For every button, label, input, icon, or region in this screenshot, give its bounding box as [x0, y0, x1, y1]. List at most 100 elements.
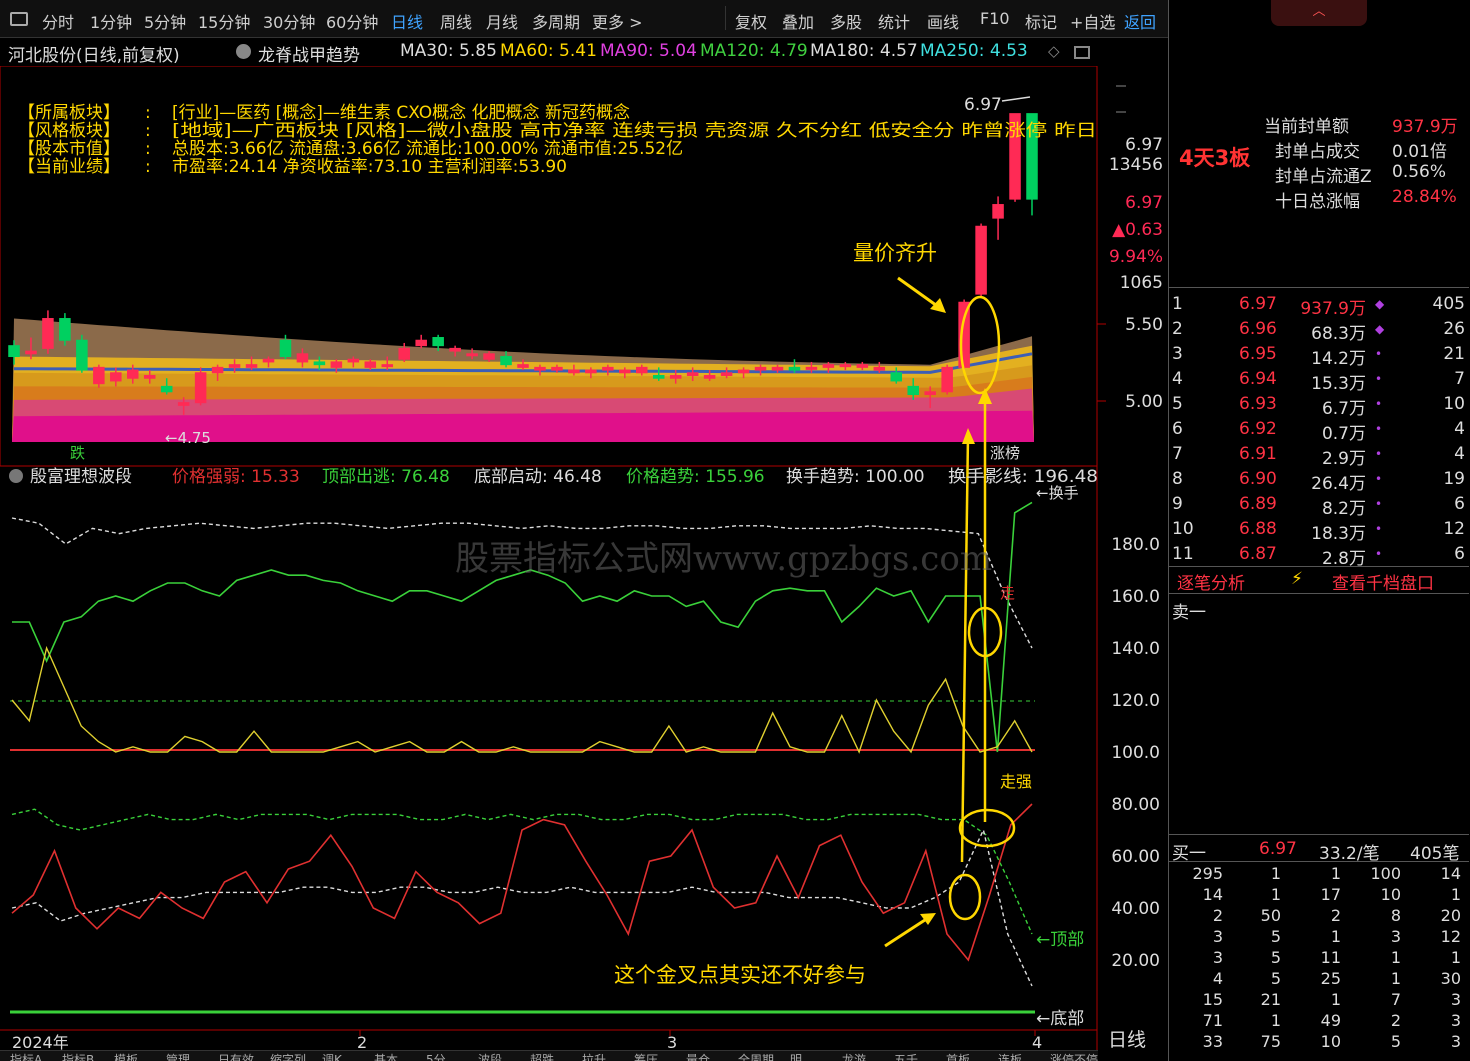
queue-row: 2 50 2 8 20 [1169, 906, 1469, 927]
bid-level-marker-icon: • [1375, 372, 1383, 386]
bottom-tab[interactable]: 波段 [478, 1051, 502, 1061]
sub-y-tick: 80.00 [1111, 795, 1160, 815]
ma30-value: MA30: 5.85 [400, 41, 497, 61]
tool-add-favorite[interactable]: +自选 [1070, 9, 1115, 33]
tool-mark[interactable]: 标记 [1025, 9, 1057, 33]
bottom-tab[interactable]: 指标B [62, 1051, 94, 1061]
bid-level-row[interactable]: 4 6.94 15.3万 • 7 [1169, 367, 1469, 394]
tab-depth[interactable]: 查看千档盘口 [1332, 569, 1434, 594]
queue-cell: 1 [1270, 1011, 1281, 1030]
indicator-name[interactable]: 龙脊战甲趋势 [258, 41, 360, 66]
bottom-tab[interactable]: 基本 [374, 1051, 398, 1061]
bid-level-row[interactable]: 7 6.91 2.9万 • 4 [1169, 442, 1469, 469]
bid-level-row[interactable]: 2 6.96 68.3万 ◆ 26 [1169, 317, 1469, 344]
y-tick-volume: 13456 [1109, 155, 1163, 175]
tab-15min[interactable]: 15分钟 [198, 9, 250, 33]
candle-body [194, 372, 207, 404]
candle-body [364, 361, 377, 368]
bid-level-volume: 8.2万 [1321, 499, 1366, 519]
tab-timeshare[interactable]: 分时 [42, 9, 74, 33]
buy-one-row: 买一 6.97 33.2/笔 405笔 [1169, 837, 1469, 864]
tool-draw[interactable]: 画线 [927, 9, 959, 33]
bottom-tab[interactable]: 管理 [166, 1051, 190, 1061]
candle-body [602, 366, 614, 371]
layout-icon[interactable] [1074, 46, 1090, 59]
y-tick-price: 5.50 [1125, 315, 1163, 335]
bid-level-dot-icon: ◆ [1375, 322, 1385, 336]
bottom-tab[interactable]: 模板 [114, 1051, 138, 1061]
tool-f10[interactable]: F10 [980, 9, 1010, 28]
bottom-tab[interactable]: 指标A [10, 1051, 42, 1061]
tab-30min[interactable]: 30分钟 [263, 9, 315, 33]
tab-multi-period[interactable]: 多周期 [532, 9, 580, 33]
candle-body [619, 369, 631, 374]
bid-level-row[interactable]: 3 6.95 14.2万 • 21 [1169, 342, 1469, 369]
golden-cross-arrow [884, 916, 929, 948]
bottom-tab[interactable]: 全周期 [738, 1051, 774, 1061]
x-axis-period: 日线 [1108, 1029, 1146, 1050]
diamond-icon[interactable]: ◇ [1048, 42, 1060, 60]
tool-multi-stock[interactable]: 多股 [830, 9, 862, 33]
bottom-tab[interactable]: 拉升 [582, 1051, 606, 1061]
bottom-tab[interactable]: 5分 [426, 1051, 446, 1061]
tab-1min[interactable]: 1分钟 [90, 9, 132, 33]
bottom-tab[interactable]: 明 [790, 1051, 802, 1061]
tab-trade-analysis[interactable]: 逐笔分析 [1177, 569, 1245, 594]
candle-body [907, 385, 919, 396]
back-button[interactable]: 返回 [1124, 9, 1156, 33]
bottom-tab[interactable]: 连板 [998, 1051, 1022, 1061]
candle-body [127, 369, 139, 379]
ma120-value: MA120: 4.79 [700, 41, 808, 61]
tab-more[interactable]: 更多 > [592, 9, 643, 33]
queue-cell: 1 [1270, 864, 1281, 883]
queue-cell: 1 [1450, 885, 1461, 904]
candle-body [805, 366, 818, 370]
bid-level-price: 6.92 [1239, 419, 1277, 439]
bottom-tab[interactable]: 调K [322, 1051, 342, 1061]
candle-body [585, 369, 597, 374]
queue-cell: 1 [1330, 927, 1341, 946]
collapse-icon[interactable]: ︿ [1271, 0, 1367, 26]
bid-level-row[interactable]: 8 6.90 26.4万 • 19 [1169, 467, 1469, 494]
ten-day-value: 28.84% [1392, 187, 1457, 207]
info-block: 【所属板块】 【风格板块】 【股本市值】 【当前业绩】 : : : : [行业]… [18, 102, 1097, 177]
candle-body [771, 366, 784, 371]
bottom-tab[interactable]: 首板 [946, 1051, 970, 1061]
bid-level-row[interactable]: 6 6.92 0.7万 • 4 [1169, 417, 1469, 444]
tool-overlay[interactable]: 叠加 [782, 9, 814, 33]
bottom-tab[interactable]: 缩字列 [270, 1051, 306, 1061]
bid-level-row[interactable]: 11 6.87 2.8万 • 6 [1169, 542, 1469, 569]
bid-level-row[interactable]: 10 6.88 18.3万 • 12 [1169, 517, 1469, 544]
bid-level-index: 11 [1172, 544, 1194, 564]
bid-level-volume: 68.3万 [1311, 324, 1366, 344]
indicator-toggle-icon[interactable] [236, 44, 251, 59]
queue-cell: 100 [1370, 864, 1401, 883]
bid-level-row[interactable]: 1 6.97 937.9万 ◆ 405 [1169, 292, 1469, 319]
candle-body [93, 366, 105, 385]
sub-y-tick: 60.00 [1111, 847, 1160, 867]
tab-5min[interactable]: 5分钟 [144, 9, 186, 33]
bid-level-marker-icon: • [1375, 522, 1383, 536]
bottom-tab[interactable]: 日有效 [218, 1051, 254, 1061]
queue-cell: 20 [1440, 906, 1461, 925]
queue-cell: 14 [1440, 864, 1461, 883]
tool-restore-rights[interactable]: 复权 [735, 9, 767, 33]
tab-60min[interactable]: 60分钟 [326, 9, 378, 33]
bid-level-row[interactable]: 9 6.89 8.2万 • 6 [1169, 492, 1469, 519]
bottom-tab[interactable]: 龙游 [842, 1051, 866, 1061]
bottom-tab[interactable]: 量仓 [686, 1051, 710, 1061]
bottom-tab[interactable]: 超跌 [530, 1051, 554, 1061]
divider [1169, 566, 1469, 567]
tab-monthly[interactable]: 月线 [486, 9, 518, 33]
queue-cell: 1 [1270, 885, 1281, 904]
tab-weekly[interactable]: 周线 [440, 9, 472, 33]
bid-level-volume: 2.9万 [1321, 449, 1366, 469]
window-icon[interactable] [10, 12, 28, 26]
tab-daily[interactable]: 日线 [391, 9, 423, 33]
candle-body [890, 372, 903, 382]
tool-stats[interactable]: 统计 [878, 9, 910, 33]
bottom-tab[interactable]: 五千 [894, 1051, 918, 1061]
bottom-tab[interactable]: 筹压 [634, 1051, 658, 1061]
bottom-tab[interactable]: 涨停不停 [1050, 1051, 1098, 1061]
bid-level-row[interactable]: 5 6.93 6.7万 • 10 [1169, 392, 1469, 419]
